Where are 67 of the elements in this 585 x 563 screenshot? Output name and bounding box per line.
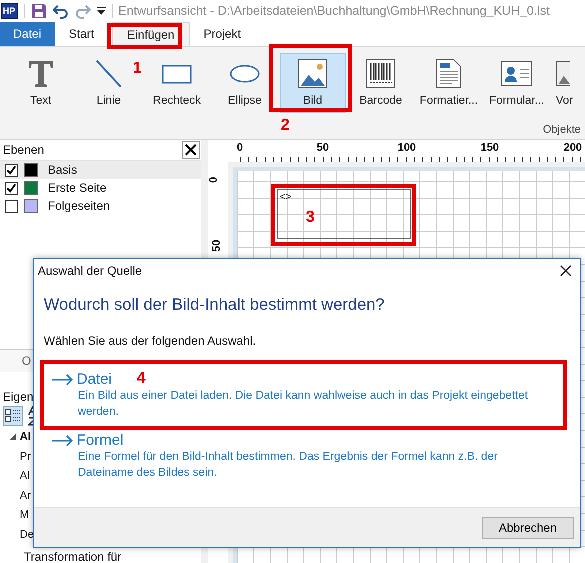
property-group[interactable]: Al	[20, 431, 31, 444]
image-icon	[298, 59, 328, 89]
app-logo: HP	[1, 3, 18, 19]
document-icon	[436, 59, 462, 89]
close-icon[interactable]	[182, 141, 200, 159]
ruler-label: 0	[236, 142, 244, 154]
ribbon-button[interactable]: Barcode	[348, 53, 414, 113]
ribbon-button[interactable]: Formatier...	[416, 53, 482, 113]
dialog-heading: Wodurch soll der Bild-Inhalt bestimmt werden?	[44, 296, 386, 315]
layer-row[interactable]: Basis	[0, 161, 201, 179]
cancel-button[interactable]: Abbrechen	[482, 516, 574, 538]
dialog-title: Auswahl der Quelle	[38, 264, 142, 278]
option-description: Eine Formel für den Bild-Inhalt bestimmen. Das Ergebnis der Formel kann z.B. der Dateiname des Bildes sein.	[78, 450, 499, 481]
image-icon	[556, 59, 570, 89]
close-icon[interactable]	[560, 265, 572, 277]
ruler-label: 200	[564, 142, 582, 154]
panel-title: Ebenen	[3, 143, 44, 157]
checkbox[interactable]	[5, 182, 18, 194]
ruler-label: 100	[398, 142, 416, 154]
placeholder-text: <>	[280, 192, 292, 203]
panel-title: Eigen	[3, 390, 34, 404]
arrow-icon	[52, 374, 73, 386]
property-name: De	[20, 528, 34, 541]
ribbon-button[interactable]: Rechteck	[144, 53, 210, 113]
property-name: Pr	[20, 450, 31, 463]
categorized-view-icon[interactable]	[3, 406, 23, 426]
step-number: 4	[137, 370, 146, 388]
checkbox[interactable]	[5, 200, 18, 212]
ribbon-button[interactable]: Text	[8, 53, 74, 113]
ribbon-button[interactable]: Vor	[552, 53, 585, 113]
ribbon-button[interactable]: Ellipse	[212, 53, 278, 113]
property-name: M	[20, 509, 30, 522]
step-number: 2	[281, 117, 290, 135]
layer-name: Erste Seite	[48, 181, 107, 195]
property-name: Al	[20, 470, 30, 482]
option-description: Ein Bild aus einer Datei laden. Die Datei kann wahlweise auch in das Projekt eingebettet werden.	[78, 389, 530, 420]
step-number: 1	[133, 60, 142, 78]
text-icon	[27, 59, 55, 89]
property-name: Ar	[20, 490, 31, 502]
barcode-icon	[366, 59, 396, 89]
arrow-icon	[52, 434, 73, 446]
layer-row[interactable]: Erste Seite	[0, 179, 201, 197]
instruction-text: Wählen Sie aus der folgenden Auswahl.	[44, 334, 258, 348]
ruler-label: 150	[480, 142, 500, 154]
option-link[interactable]: Formel	[77, 432, 124, 449]
option-link[interactable]: Datei	[77, 371, 112, 388]
collapse-icon[interactable]	[9, 433, 17, 442]
ruler-label: 50	[211, 240, 224, 252]
checkbox[interactable]	[5, 164, 18, 176]
ruler-label: 0	[208, 176, 220, 184]
undo-icon[interactable]	[52, 3, 69, 19]
layer-name: Folgeseiten	[48, 199, 110, 213]
ribbon-button[interactable]: Formular...	[484, 53, 550, 113]
panel-button[interactable]: O	[22, 354, 32, 368]
ruler-label: 50	[316, 142, 330, 154]
window-title: Entwurfsansicht - D:\Arbeitsdateien\Buchhaltung\GmbH\Rechnung_KUH_0.lst	[118, 4, 550, 18]
contact-card-icon	[501, 59, 533, 89]
dropdown-icon[interactable]	[96, 6, 106, 16]
layer-row[interactable]: Folgeseiten	[0, 197, 201, 215]
save-icon[interactable]	[30, 3, 47, 19]
layer-name: Basis	[48, 163, 78, 177]
file-menu-tab[interactable]: Datei	[0, 22, 55, 46]
property-name: Transformation für	[24, 550, 122, 563]
ribbon-button[interactable]: Bild	[280, 53, 346, 113]
step-number: 3	[306, 209, 315, 227]
ribbon-group-label: Objekte	[543, 124, 581, 136]
line-icon	[95, 59, 123, 89]
